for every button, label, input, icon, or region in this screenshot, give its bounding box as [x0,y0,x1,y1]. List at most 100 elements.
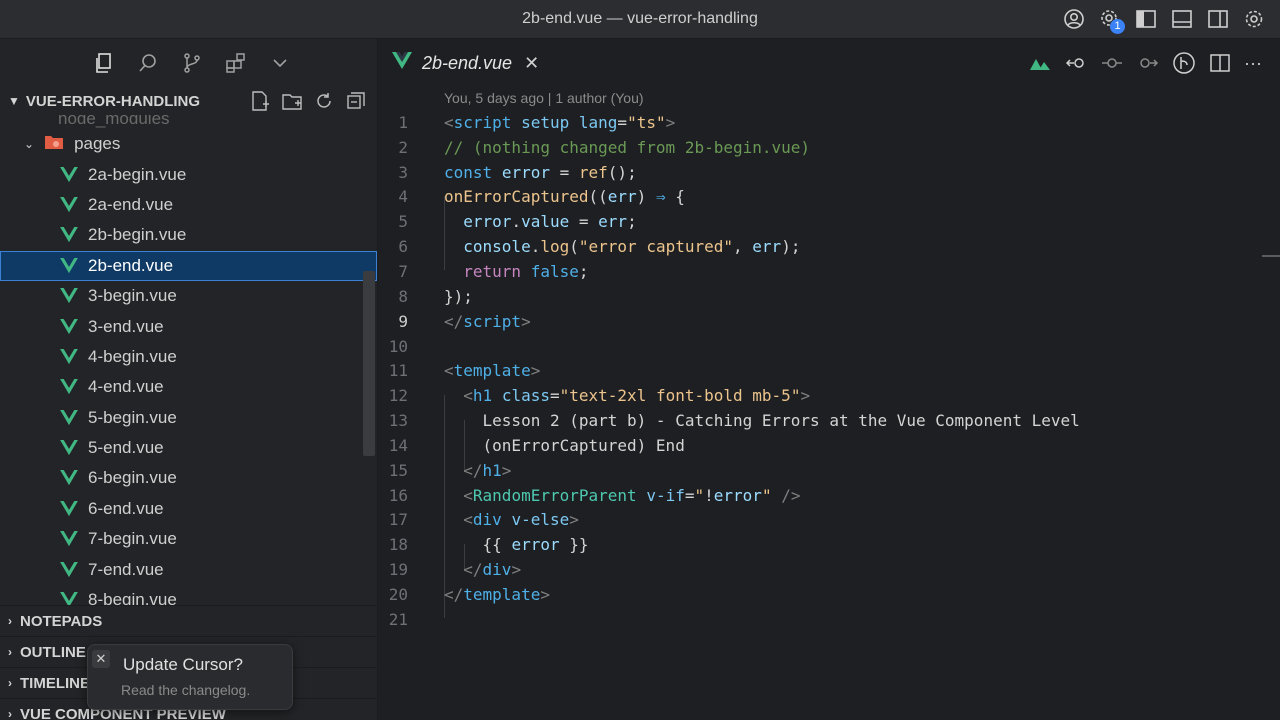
code-line: 19 </div> [388,560,522,580]
tree-file-label: 4-begin.vue [88,346,177,366]
tree-file[interactable]: 3-end.vue [0,311,377,341]
toggle-panel-icon[interactable] [1170,7,1194,31]
collapse-all-icon[interactable] [345,90,367,116]
tree-file-label: 5-end.vue [88,438,164,458]
toast-title: Update Cursor? [123,655,244,674]
explorer-header[interactable]: ▼ VUE-ERROR-HANDLING [0,87,377,115]
vue-file-icon [60,500,78,517]
tree-file-label: 5-begin.vue [88,407,177,427]
workspace-title: VUE-ERROR-HANDLING [25,92,201,110]
manage-gear-icon[interactable]: 1 [1098,7,1125,34]
tree-file-label: 3-end.vue [88,316,164,336]
split-editor-icon[interactable] [1208,51,1232,80]
tree-file[interactable]: 7-begin.vue [0,524,377,554]
tree-file-label: 6-end.vue [88,498,164,518]
code-line: 3 const error = ref(); [398,162,637,182]
code-line: 4 onErrorCaptured((err) ⇒ { [398,187,685,207]
code-line: 9 </script> [398,311,531,331]
chevron-down-icon: ⌄ [24,137,35,152]
vue-file-icon [60,592,78,605]
tree-file-label: 7-end.vue [88,559,164,579]
vue-file-icon [60,561,78,578]
update-badge: 1 [1110,19,1125,34]
source-control-icon[interactable] [180,51,204,75]
code-line: 6 console.log("error captured", err); [398,237,801,257]
tree-folder-pages[interactable]: ⌄ pages [0,129,377,159]
code-line: 13 Lesson 2 (part b) - Catching Errors a… [388,411,1080,431]
title-bar: 2b-end.vue — vue-error-handling 1 [0,0,1280,39]
vue-file-icon [60,531,78,547]
tab-label: 2b-end.vue [422,52,513,73]
timeline-dot-icon[interactable] [1100,51,1124,80]
code-line: 21 [388,609,408,629]
search-icon[interactable] [136,51,160,75]
refresh-icon[interactable] [313,90,335,116]
code-line: 15 </h1> [388,460,512,480]
chevron-down-icon: ▼ [8,94,20,108]
close-icon[interactable]: ✕ [92,650,110,668]
tree-file-label: 2a-end.vue [88,194,174,214]
more-actions-icon[interactable]: ··· [1244,51,1262,80]
settings-gear-icon[interactable] [1242,7,1266,31]
tree-file[interactable]: 5-begin.vue [0,403,377,433]
update-toast[interactable]: ✕ Update Cursor? Read the changelog. [87,644,293,710]
tree-file[interactable]: 2b-begin.vue [0,220,377,250]
tree-folder-node-modules[interactable]: node_modules [0,115,377,129]
new-file-icon[interactable] [249,90,271,116]
tree-file[interactable]: 5-end.vue [0,433,377,463]
code-line: 2// (nothing changed from 2b-begin.vue) [398,137,811,157]
tree-file[interactable]: 4-end.vue [0,372,377,402]
vue-file-icon [60,288,78,304]
git-graph-icon[interactable] [1172,51,1196,80]
code-line: 10 [388,336,408,356]
tree-file-label: 3-begin.vue [88,286,177,306]
section-notepads[interactable]: › NOTEPADS [0,605,377,636]
toggle-secondary-sidebar-icon[interactable] [1206,7,1230,31]
tree-file[interactable]: 2a-begin.vue [0,159,377,189]
go-forward-icon[interactable] [1136,51,1160,80]
vue-file-icon [60,379,78,395]
toast-subtitle[interactable]: Read the changelog. [121,682,250,698]
code-line: 17 <div v-else> [388,510,579,530]
code-line: 18 {{ error }} [388,535,589,555]
nuxt-icon[interactable] [1028,51,1052,80]
code-line: 8}); [398,286,473,306]
sidebar: ▼ VUE-ERROR-HANDLING node_modules ⌄ page… [0,39,378,720]
code-line: 11 <template> [388,361,541,381]
editor: 2b-end.vue ✕ ··· You, 5 days ago | 1 aut… [378,39,1280,720]
tree-file-label: 2b-end.vue [88,255,174,275]
vue-file-icon [60,440,78,456]
tree-file-label: 7-begin.vue [88,529,177,549]
tree-file-label: 4-end.vue [88,377,164,397]
tree-file[interactable]: 6-begin.vue [0,463,377,493]
tree-file[interactable]: 2b-end.vue [0,250,377,281]
explorer-scrollbar[interactable] [363,271,375,456]
vue-file-icon [60,227,78,243]
tree-file[interactable]: 7-end.vue [0,554,377,584]
tree-file-label: 2a-begin.vue [88,164,187,184]
go-back-icon[interactable] [1064,51,1088,80]
toggle-primary-sidebar-icon[interactable] [1134,7,1158,31]
vue-file-icon [60,409,78,426]
vue-file-icon [392,51,412,75]
new-folder-icon[interactable] [281,90,303,116]
tree-file-label: 2b-begin.vue [88,225,187,245]
tree-file[interactable]: 2a-end.vue [0,190,377,220]
vue-file-icon [60,348,78,365]
tree-file[interactable]: 8-begin.vue [0,585,377,605]
code-line: 14 (onErrorCaptured) End [388,435,685,455]
tree-file[interactable]: 6-end.vue [0,494,377,524]
account-icon[interactable] [1062,7,1086,31]
tree-file-label: 6-begin.vue [88,468,177,488]
tab-bar: 2b-end.vue ✕ ··· [378,39,1280,87]
code-line: 5 error.value = err; [398,212,637,232]
chevron-down-icon[interactable] [268,51,292,75]
explorer-icon[interactable] [92,51,116,75]
tab-2b-end-vue[interactable]: 2b-end.vue ✕ [378,39,553,87]
blame-annotation: You, 5 days ago | 1 author (You) [444,90,644,106]
tree-file[interactable]: 4-begin.vue [0,342,377,372]
tree-file[interactable]: 3-begin.vue [0,281,377,311]
close-icon[interactable]: ✕ [524,53,539,74]
extensions-icon[interactable] [224,51,248,75]
activity-bar [0,39,377,87]
